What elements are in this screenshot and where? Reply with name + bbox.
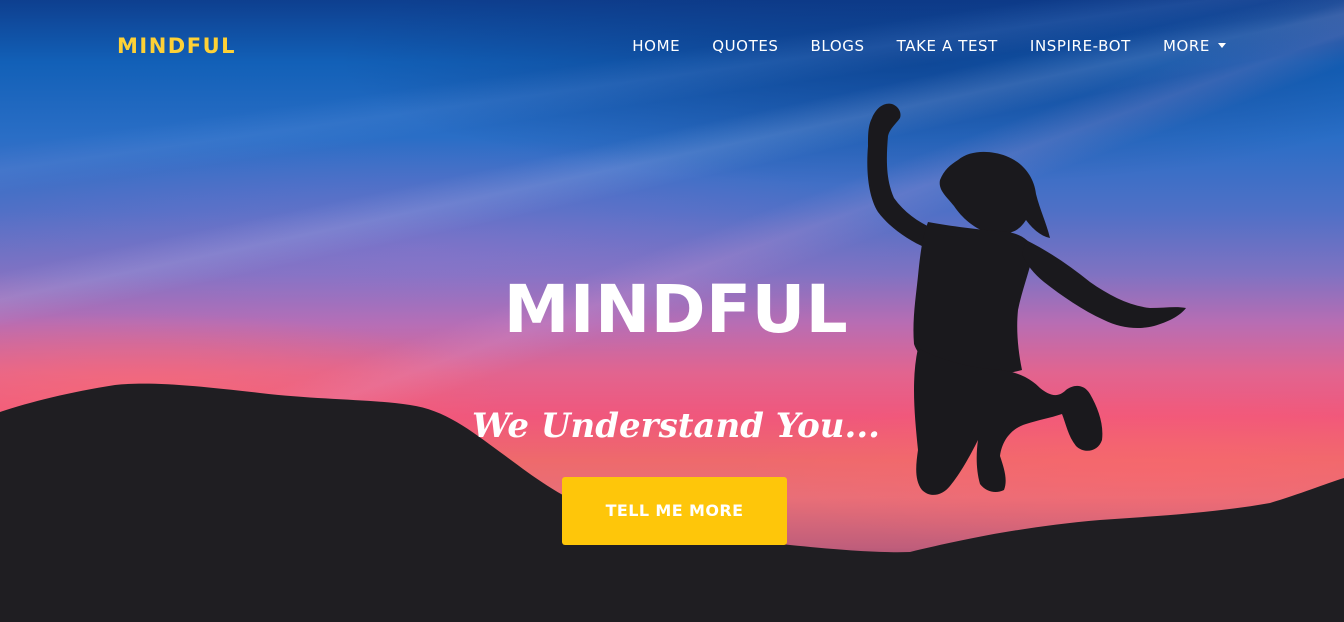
hero-heading: MINDFUL xyxy=(503,271,849,348)
hero-section: MINDFUL HOME QUOTES BLOGS TAKE A TEST IN… xyxy=(0,0,1344,622)
tell-me-more-button[interactable]: TELL ME MORE xyxy=(562,477,787,545)
caret-down-icon xyxy=(1218,42,1226,48)
nav-dropdown-more[interactable]: MORE xyxy=(1147,36,1226,56)
nav-link-inspire-bot[interactable]: INSPIRE-BOT xyxy=(1014,36,1147,56)
nav-link-inspire-bot-label: INSPIRE-BOT xyxy=(1029,37,1131,55)
hero-subheading: We Understand You... xyxy=(472,406,880,446)
nav-dropdown-more-label: MORE xyxy=(1162,37,1210,55)
top-navbar: MINDFUL HOME QUOTES BLOGS TAKE A TEST IN… xyxy=(0,0,1344,92)
brand-logo-link[interactable]: MINDFUL xyxy=(117,33,236,59)
nav-link-quotes-label: QUOTES xyxy=(712,37,779,55)
nav-link-home-label: HOME xyxy=(632,37,681,55)
nav-link-blogs[interactable]: BLOGS xyxy=(795,36,881,56)
nav-link-home[interactable]: HOME xyxy=(616,36,696,56)
nav-link-take-a-test[interactable]: TAKE A TEST xyxy=(881,36,1014,56)
nav-menu: HOME QUOTES BLOGS TAKE A TEST INSPIRE-BO… xyxy=(616,36,1226,56)
nav-link-take-a-test-label: TAKE A TEST xyxy=(896,37,998,55)
nav-link-quotes[interactable]: QUOTES xyxy=(696,36,794,56)
nav-link-blogs-label: BLOGS xyxy=(810,37,865,55)
